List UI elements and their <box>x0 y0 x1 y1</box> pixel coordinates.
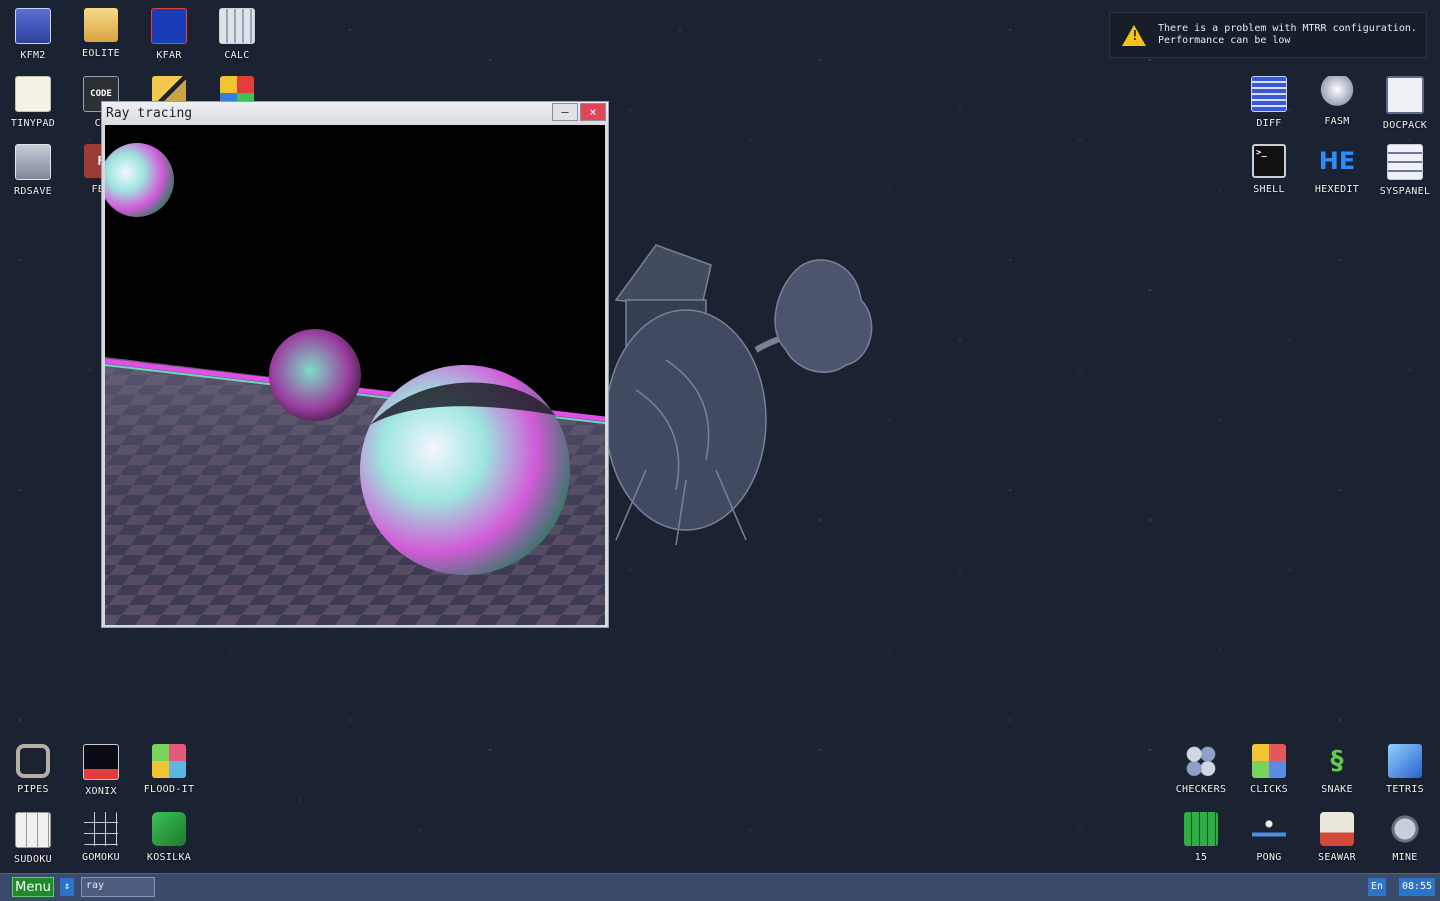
desktop-icon-clicks[interactable]: CLICKS <box>1237 736 1301 800</box>
desktop-icon-gomoku[interactable]: GOMOKU <box>69 804 133 868</box>
desktop-icon-snake[interactable]: § SNAKE <box>1305 736 1369 800</box>
desktop-icon-label: RDSAVE <box>14 186 52 197</box>
color-grid-icon <box>152 744 186 778</box>
pong-paddle-icon <box>1252 812 1286 846</box>
notepad-icon <box>15 76 51 112</box>
he-glyph: HE <box>1318 147 1356 175</box>
desktop-icon-label: SUDOKU <box>14 854 52 865</box>
diff-icon <box>1251 76 1287 112</box>
desktop-icon-label: SHELL <box>1253 184 1285 195</box>
fifteen-puzzle-icon <box>1184 812 1218 846</box>
xo-grid-icon <box>84 812 118 846</box>
checkers-pieces-icon <box>1184 744 1218 778</box>
notification-line-1: There is a problem with MTRR configurati… <box>1158 23 1417 34</box>
ray-tracing-canvas[interactable] <box>105 125 605 625</box>
desktop-icon-label: SNAKE <box>1321 784 1353 795</box>
desktop-icon-kfar[interactable]: KFAR <box>137 0 201 64</box>
desktop-icon-label: HEXEDIT <box>1314 184 1360 195</box>
desktop-icon-fasm[interactable]: FASM <box>1305 68 1369 132</box>
desktop-icon-15[interactable]: 15 <box>1169 804 1233 868</box>
taskbar: Menu ↕ ray En 08:55 <box>0 873 1440 901</box>
desktop-icon-label: TETRIS <box>1386 784 1424 795</box>
desktop-icon-xonix[interactable]: XONIX <box>69 736 133 800</box>
desktop-icon-label: DIFF <box>1256 118 1282 129</box>
hex-editor-icon: HE <box>1318 144 1356 178</box>
desktop-icon-label: TINYPAD <box>10 118 56 129</box>
close-button[interactable]: × <box>580 103 606 121</box>
pipes-icon <box>16 744 50 778</box>
mine-icon <box>1388 812 1422 846</box>
desktop-icon-label: PONG <box>1256 852 1282 863</box>
desktop-icon-kosilka[interactable]: KOSILKA <box>137 804 201 868</box>
sliders-panel-icon <box>1387 144 1423 180</box>
desktop-icon-label: FLOOD-IT <box>143 784 195 795</box>
language-indicator[interactable]: En <box>1368 878 1386 896</box>
desktop-icon-label: KFAR <box>156 50 182 61</box>
floppy-disk-icon <box>15 8 51 44</box>
window-title: Ray tracing <box>106 105 193 121</box>
lawnmower-icon <box>152 812 186 846</box>
clock[interactable]: 08:55 <box>1399 878 1435 896</box>
blocks-icon <box>1252 744 1286 778</box>
desktop-icon-shell[interactable]: >_ SHELL <box>1237 136 1301 200</box>
desktop-icon-eolite[interactable]: EOLITE <box>69 0 133 64</box>
desktop-icon-label: KOSILKA <box>146 852 192 863</box>
shell-prompt-glyph: >_ <box>1256 148 1267 158</box>
minimize-button[interactable]: – <box>552 103 578 121</box>
terminal-icon: >_ <box>1252 144 1286 178</box>
desktop-icon-label: SEAWAR <box>1318 852 1356 863</box>
desktop-icon-seawar[interactable]: SEAWAR <box>1305 804 1369 868</box>
desktop-icon-label: MINE <box>1392 852 1418 863</box>
desktop-icon-docpack[interactable]: DOCPACK <box>1373 68 1437 132</box>
flat-assembler-icon <box>1320 76 1354 110</box>
desktop-icon-sudoku[interactable]: SUDOKU <box>1 804 65 868</box>
desktop-icon-label: 15 <box>1194 852 1208 863</box>
calculator-icon <box>219 8 255 44</box>
cabinet-icon <box>1386 76 1424 114</box>
notification-line-2: Performance can be low <box>1158 35 1291 46</box>
desktop-icon-label: FASM <box>1324 116 1350 127</box>
treehouse-wallpaper <box>606 244 873 546</box>
desktop-icon-label: PIPES <box>17 784 49 795</box>
desktop-icon-rdsave[interactable]: RDSAVE <box>1 136 65 200</box>
desktop-icon-diff[interactable]: DIFF <box>1237 68 1301 132</box>
desktop-icon-mine[interactable]: MINE <box>1373 804 1437 868</box>
desktop-icon-label: XONIX <box>85 786 117 797</box>
desktop-icon-label: EOLITE <box>82 48 120 59</box>
switch-arrow-icon[interactable]: ↕ <box>60 878 74 896</box>
taskbar-search-input[interactable]: ray <box>81 877 155 897</box>
mtrr-warning-notification[interactable]: ! There is a problem with MTRR configura… <box>1109 12 1427 58</box>
warning-icon: ! <box>1122 24 1146 46</box>
desktop-icon-floodit[interactable]: FLOOD-IT <box>137 736 201 800</box>
file-manager-icon <box>151 8 187 44</box>
ray-tracing-window[interactable]: Ray tracing – × <box>101 101 609 628</box>
menu-button[interactable]: Menu <box>12 877 54 897</box>
xonix-icon <box>83 744 119 780</box>
desktop-icon-pipes[interactable]: PIPES <box>1 736 65 800</box>
desktop-icon-label: CLICKS <box>1250 784 1288 795</box>
desktop-icon-label: DOCPACK <box>1382 120 1428 131</box>
desktop-icon-kfm2[interactable]: KFM2 <box>1 0 65 64</box>
desktop-icon-label: SYSPANEL <box>1379 186 1431 197</box>
desktop-icon-hexedit[interactable]: HE HEXEDIT <box>1305 136 1369 200</box>
window-titlebar[interactable]: Ray tracing – × <box>102 102 608 124</box>
desktop-icon-label: CHECKERS <box>1175 784 1227 795</box>
desktop-icon-checkers[interactable]: CHECKERS <box>1169 736 1233 800</box>
code-glyph: CODE <box>90 89 112 99</box>
tetris-cube-icon <box>1388 744 1422 778</box>
desktop-icon-label: KFM2 <box>20 50 46 61</box>
folder-icon <box>84 8 118 42</box>
desktop-icon-label: GOMOKU <box>82 852 120 863</box>
desktop-icon-tetris[interactable]: TETRIS <box>1373 736 1437 800</box>
desktop-icon-pong[interactable]: PONG <box>1237 804 1301 868</box>
desktop-icon-syspanel[interactable]: SYSPANEL <box>1373 136 1437 200</box>
desktop-icon-calc[interactable]: CALC <box>205 0 269 64</box>
sea-battle-icon <box>1320 812 1354 846</box>
save-disk-icon <box>15 144 51 180</box>
desktop-icon-tinypad[interactable]: TINYPAD <box>1 68 65 132</box>
rendered-scene <box>105 143 605 625</box>
desktop-icon-label: CALC <box>224 50 250 61</box>
snake-icon: § <box>1330 746 1344 776</box>
sudoku-grid-icon <box>15 812 51 848</box>
